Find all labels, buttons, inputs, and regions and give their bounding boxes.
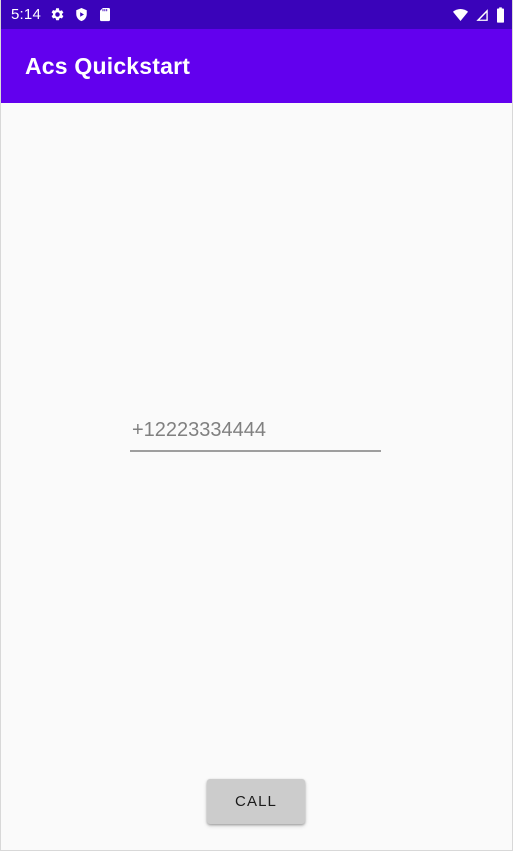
call-button[interactable]: CALL (207, 779, 305, 824)
wifi-icon (452, 8, 469, 22)
status-bar-clock: 5:14 (11, 6, 41, 23)
status-bar-left-group: 5:14 (11, 7, 112, 22)
settings-gear-icon (50, 7, 65, 22)
status-bar: 5:14 (1, 0, 512, 29)
phone-number-input[interactable] (130, 419, 381, 452)
sd-card-icon (98, 7, 112, 22)
cellular-signal-icon (475, 8, 490, 22)
phone-number-field (130, 419, 381, 452)
device-screen: 5:14 Acs Quickstart +12223334444 CALL (0, 0, 513, 851)
status-bar-right-group (452, 6, 505, 23)
page-title: Acs Quickstart (25, 52, 191, 79)
play-protect-shield-icon (74, 7, 89, 22)
battery-icon (496, 6, 505, 23)
main-content: CALL (1, 103, 512, 850)
app-bar: Acs Quickstart (1, 29, 512, 103)
